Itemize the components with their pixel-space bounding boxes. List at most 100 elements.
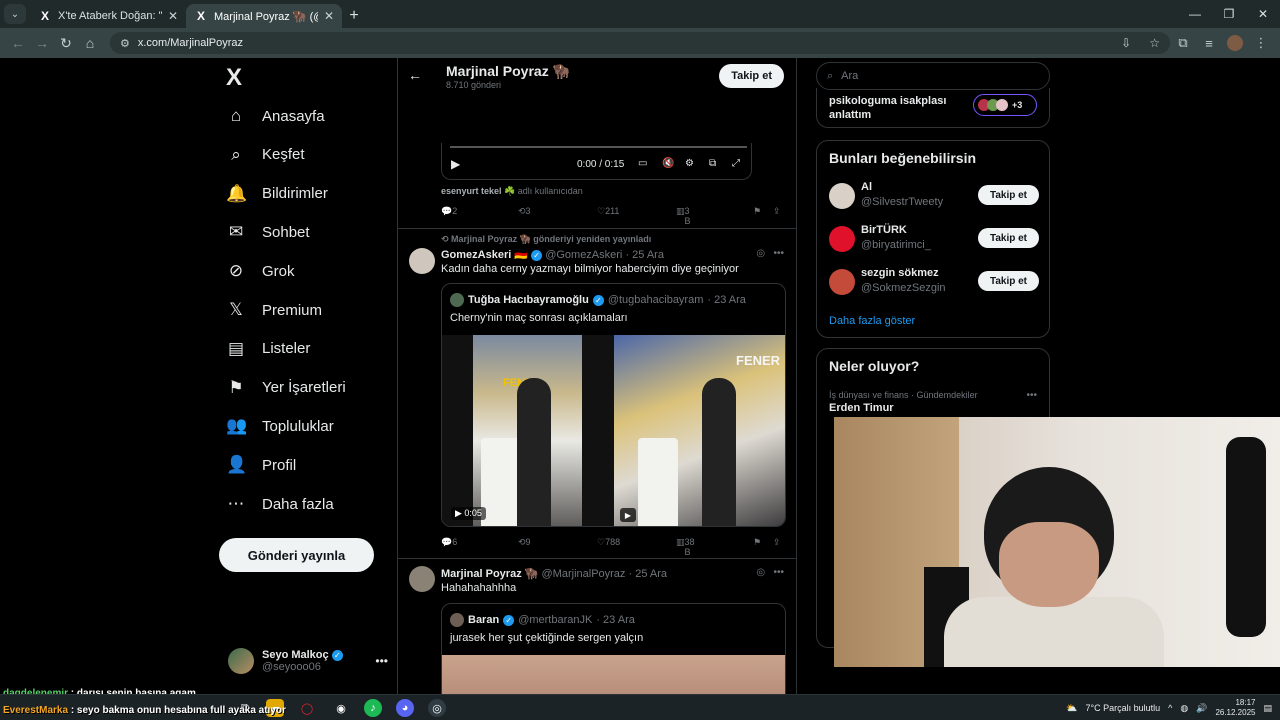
new-tab-button[interactable]: +: [342, 4, 366, 28]
trend-name[interactable]: Erden Timur: [829, 402, 894, 414]
views-button[interactable]: ▥ 3 B: [676, 206, 691, 226]
share-icon[interactable]: ⇪: [773, 206, 781, 217]
weather-text[interactable]: 7°C Parçalı bulutlu: [1085, 703, 1160, 713]
share-icon[interactable]: ⇪: [773, 537, 781, 548]
post-date[interactable]: · 25 Ara: [625, 249, 664, 261]
volume-icon[interactable]: 🔊: [1196, 703, 1207, 714]
profile-avatar-button[interactable]: [1222, 35, 1248, 51]
tab-search-button[interactable]: ⌄: [4, 4, 26, 24]
back-icon[interactable]: ←: [6, 31, 30, 55]
like-button[interactable]: ♡ 788: [597, 537, 620, 548]
home-browser-icon[interactable]: ⌂: [78, 31, 102, 55]
nav-item-bell[interactable]: 🔔 Bildirimler: [226, 179, 328, 209]
bookmark-icon[interactable]: ⚑: [753, 537, 761, 548]
play-icon[interactable]: ▶: [620, 508, 636, 522]
video-progress-bar[interactable]: [450, 146, 747, 148]
suggestion-row[interactable]: BirTÜRK @biryatirimci_ Takip et: [829, 224, 1039, 254]
browser-tab[interactable]: X X'te Ataberk Doğan: "Selamlar ✕: [30, 4, 186, 28]
reply-button[interactable]: 💬 6: [441, 537, 457, 548]
play-icon[interactable]: ▶: [451, 157, 460, 171]
post-author[interactable]: Marjinal Poyraz 🦬: [441, 568, 538, 580]
follow-button[interactable]: Takip et: [719, 64, 784, 88]
trending-card[interactable]: psikologuma isakplası anlattım +3: [816, 88, 1050, 128]
search-input[interactable]: ⌕ Ara: [816, 62, 1050, 90]
nav-item-search[interactable]: ⌕ Keşfet: [226, 140, 304, 170]
follow-button[interactable]: Takip et: [977, 185, 1039, 205]
pip-icon[interactable]: ⧉: [709, 158, 716, 169]
nav-item-mail[interactable]: ✉ Sohbet: [226, 217, 310, 247]
more-icon[interactable]: •••: [375, 654, 388, 668]
reading-list-icon[interactable]: ≡: [1196, 36, 1222, 51]
video-thumbnail[interactable]: FENER FENER ▶ 0:05 ▶: [442, 335, 785, 526]
trend-avatars[interactable]: +3: [973, 94, 1037, 116]
follow-button[interactable]: Takip et: [977, 228, 1039, 248]
fullscreen-icon[interactable]: ⤢: [732, 158, 740, 169]
nav-item-more[interactable]: ⋯ Daha fazla: [226, 489, 334, 519]
account-switcher[interactable]: Seyo Malkoç ✓ @seyooo06 •••: [228, 648, 388, 674]
video-player[interactable]: ▶ 0:00 / 0:15 ▭ 🔇 ⚙ ⧉ ⤢: [441, 143, 752, 180]
restore-icon[interactable]: ❐: [1212, 0, 1246, 28]
quote-author: Baran: [468, 614, 500, 626]
discord-icon[interactable]: ◕: [396, 699, 414, 717]
reply-button[interactable]: 💬 2: [441, 206, 457, 217]
avatar[interactable]: [409, 248, 435, 274]
site-info-icon[interactable]: ⚙: [120, 37, 130, 50]
views-button[interactable]: ▥ 38 B: [676, 537, 695, 557]
opera-icon[interactable]: ◯: [298, 699, 316, 717]
post-button[interactable]: Gönderi yayınla: [219, 538, 374, 572]
bookmark-icon[interactable]: ⚑: [753, 206, 761, 217]
quoted-post[interactable]: Tuğba Hacıbayramoğlu ✓ @tugbahacibayram …: [441, 283, 786, 527]
settings-icon[interactable]: ⚙: [685, 158, 694, 169]
bookmark-star-icon[interactable]: ☆: [1149, 36, 1160, 50]
attribution-name[interactable]: esenyurt tekel ☘️: [441, 186, 515, 196]
clock[interactable]: 18:17 26.12.2025: [1215, 698, 1255, 718]
follow-button[interactable]: Takip et: [977, 271, 1039, 291]
repost-button[interactable]: ⟲ 9: [518, 537, 531, 548]
repost-button[interactable]: ⟲ 3: [518, 206, 531, 217]
install-app-icon[interactable]: ⇩: [1121, 36, 1131, 50]
browser-tab-active[interactable]: X Marjinal Poyraz 🦬 (@Marjinal ✕: [186, 4, 342, 28]
quoted-post[interactable]: Baran ✓ @mertbaranJK · 23 Ara jurasek he…: [441, 603, 786, 694]
captions-icon[interactable]: ▭: [638, 158, 647, 169]
post-author[interactable]: GomezAskeri 🇩🇪: [441, 249, 528, 261]
nav-item-home[interactable]: ⌂ Anasayfa: [226, 101, 325, 131]
address-bar[interactable]: ⚙ x.com/MarjinalPoyraz ⇩ ☆: [110, 32, 1170, 54]
obs-icon[interactable]: ◉: [332, 699, 350, 717]
quote-image[interactable]: [442, 655, 785, 694]
post-handle[interactable]: @MarjinalPoyraz: [542, 568, 626, 580]
left-navigation: X ⌂ Anasayfa ⌕ Keşfet 🔔 Bildirimler ✉ Sohbet ⊘ Gr…: [214, 58, 394, 694]
reload-icon[interactable]: ↻: [54, 31, 78, 55]
nav-item-x-premium[interactable]: 𝕏 Premium: [226, 295, 322, 325]
suggestion-row[interactable]: sezgin sökmez @SokmezSezgin Takip et: [829, 267, 1039, 297]
close-tab-icon[interactable]: ✕: [168, 9, 178, 23]
notifications-icon[interactable]: ▤: [1263, 703, 1272, 714]
spotify-icon[interactable]: ♪: [364, 699, 382, 717]
post-more-icon[interactable]: ◎ •••: [756, 248, 784, 259]
back-arrow-icon[interactable]: ←: [408, 67, 422, 83]
post-more-icon[interactable]: ◎ •••: [756, 567, 784, 578]
forward-icon[interactable]: →: [30, 31, 54, 55]
weather-icon[interactable]: ⛅: [1066, 703, 1077, 714]
nav-item-communities[interactable]: 👥 Topluluklar: [226, 411, 334, 441]
x-logo-icon[interactable]: X: [226, 64, 242, 92]
volume-mute-icon[interactable]: 🔇: [662, 158, 674, 169]
close-window-icon[interactable]: ✕: [1246, 0, 1280, 28]
nav-item-list[interactable]: ▤ Listeler: [226, 334, 310, 364]
nav-item-grok[interactable]: ⊘ Grok: [226, 256, 295, 286]
nav-item-profile[interactable]: 👤 Profil: [226, 450, 296, 480]
trend-more-icon[interactable]: •••: [1026, 390, 1037, 401]
network-icon[interactable]: ◍: [1180, 703, 1188, 714]
avatar[interactable]: [409, 566, 435, 592]
like-button[interactable]: ♡ 211: [597, 206, 619, 217]
post-handle[interactable]: @GomezAskeri: [545, 249, 622, 261]
chrome-icon[interactable]: ◎: [428, 699, 446, 717]
close-tab-icon[interactable]: ✕: [324, 9, 334, 23]
show-more-link[interactable]: Daha fazla göster: [829, 315, 915, 327]
chrome-menu-icon[interactable]: ⋮: [1248, 35, 1274, 51]
extensions-icon[interactable]: ⧉: [1170, 35, 1196, 51]
nav-item-bookmark[interactable]: ⚑ Yer İşaretleri: [226, 373, 345, 403]
tray-chevron-icon[interactable]: ^: [1168, 703, 1172, 713]
post-date[interactable]: · 25 Ara: [629, 568, 668, 580]
suggestion-row[interactable]: Al @SilvestrTweety Takip et: [829, 181, 1039, 211]
minimize-icon[interactable]: —: [1178, 0, 1212, 28]
